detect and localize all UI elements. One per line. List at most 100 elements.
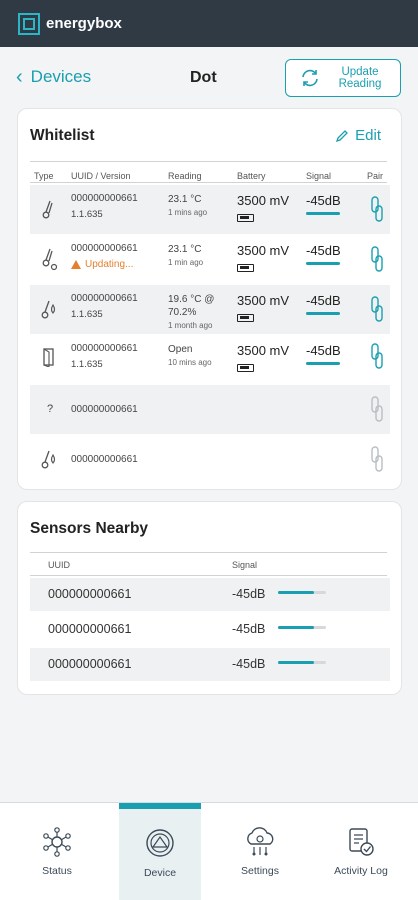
col-uuid-version: UUID / Version — [71, 171, 131, 181]
nav-bar: ‹ Devices Dot Update Reading — [0, 55, 418, 103]
uuid-cell: 000000000661 1.1.635 — [71, 193, 138, 220]
pair-icon[interactable] — [370, 446, 384, 472]
uuid-cell: 000000000661 Updating... — [71, 243, 138, 270]
signal-meter — [278, 626, 326, 629]
battery-cell: 3500 mV — [237, 193, 289, 222]
uuid: 000000000661 — [71, 454, 138, 465]
thermometer-icon — [42, 200, 53, 219]
bottom-tab-bar: Status Device Settings Activity Log — [0, 802, 418, 900]
unknown-icon: ? — [47, 403, 54, 415]
table-row[interactable]: 000000000661 1.1.635 Open 10 mins ago 35… — [30, 335, 390, 384]
table-row[interactable]: 000000000661 1.1.635 23.1 °C 1 mins ago … — [30, 185, 390, 234]
back-button[interactable]: ‹ Devices — [16, 67, 91, 87]
signal-value: -45dB — [232, 587, 266, 601]
col-pair: Pair — [367, 171, 384, 181]
reading: 23.1 °C — [168, 244, 202, 255]
battery-icon — [237, 214, 254, 222]
logo: energybox — [18, 12, 122, 35]
pair-icon[interactable] — [370, 396, 384, 422]
reading-cell: 19.6 °C @ 70.2% 1 month ago — [168, 293, 228, 330]
reading: 19.6 °C @ 70.2% — [168, 294, 215, 318]
uuid: 000000000661 — [71, 243, 138, 254]
pair-icon[interactable] — [370, 196, 384, 222]
reading-age: 1 mins ago — [168, 208, 208, 217]
chevron-left-icon: ‹ — [16, 66, 23, 88]
reading-age: 1 month ago — [168, 321, 213, 330]
tab-label: Status — [42, 865, 72, 877]
page-title: Dot — [190, 69, 217, 86]
reading: 23.1 °C — [168, 194, 202, 205]
device-icon — [146, 829, 174, 857]
humidity-icon — [41, 300, 56, 319]
signal-fill — [278, 591, 314, 594]
battery-icon — [237, 264, 254, 272]
divider — [30, 552, 387, 553]
humidity-icon — [41, 450, 56, 469]
signal-value: -45dB — [306, 193, 341, 208]
signal-cell: -45dB — [306, 343, 341, 365]
col-signal: Signal — [306, 171, 332, 181]
update-reading-label: Update Reading — [338, 66, 382, 90]
list-item[interactable]: 000000000661 -45dB — [30, 613, 390, 646]
battery-value: 3500 mV — [237, 243, 290, 258]
logo-text: energybox — [46, 15, 122, 32]
pair-icon[interactable] — [370, 246, 384, 272]
battery-value: 3500 mV — [237, 193, 290, 208]
signal-meter — [278, 591, 326, 594]
uuid-cell: 000000000661 — [71, 404, 138, 415]
list-item[interactable]: 000000000661 -45dB — [30, 578, 390, 611]
signal-value: -45dB — [306, 343, 341, 358]
signal-value: -45dB — [232, 657, 266, 671]
energybox-logo-icon — [18, 12, 40, 35]
divider — [30, 161, 387, 162]
sensors-nearby-title: Sensors Nearby — [30, 520, 149, 537]
battery-icon — [237, 364, 254, 372]
reading-age: 1 min ago — [168, 258, 204, 267]
status-text: Updating... — [85, 259, 134, 270]
uuid-cell: 000000000661 1.1.635 — [71, 343, 138, 370]
tab-device[interactable]: Device — [119, 803, 201, 900]
cloud-settings-icon — [247, 827, 274, 856]
signal-bar — [306, 262, 340, 265]
col-type: Type — [34, 171, 54, 181]
version: 1.1.635 — [71, 209, 103, 220]
app-bar: energybox — [0, 0, 418, 47]
battery-value: 3500 mV — [237, 293, 290, 308]
signal-cell: -45dB — [306, 243, 341, 265]
uuid-cell: 000000000661 1.1.635 — [71, 293, 138, 320]
edit-button[interactable]: Edit — [335, 127, 381, 144]
battery-value: 3500 mV — [237, 343, 290, 358]
reading-cell: Open 10 mins ago — [168, 343, 212, 367]
header-divider — [30, 575, 387, 576]
uuid: 000000000661 — [71, 404, 138, 415]
tab-status[interactable]: Status — [16, 803, 98, 900]
tab-settings[interactable]: Settings — [219, 803, 301, 900]
tab-activity-log[interactable]: Activity Log — [320, 803, 402, 900]
signal-bar — [306, 312, 340, 315]
uuid: 000000000661 — [71, 293, 138, 304]
edit-label: Edit — [355, 127, 381, 144]
updating-status: Updating... — [71, 259, 138, 270]
uuid: 000000000661 — [71, 193, 138, 204]
door-icon — [43, 348, 54, 367]
uuid-cell: 000000000661 — [71, 454, 138, 465]
pair-icon[interactable] — [370, 343, 384, 369]
signal-cell: -45dB — [306, 193, 341, 215]
signal-fill — [278, 626, 314, 629]
signal-meter — [278, 661, 326, 664]
table-row[interactable]: 000000000661 1.1.635 19.6 °C @ 70.2% 1 m… — [30, 285, 390, 334]
update-reading-button[interactable]: Update Reading — [285, 59, 401, 97]
list-item[interactable]: 000000000661 -45dB — [30, 648, 390, 681]
version: 1.1.635 — [71, 359, 103, 370]
sensors-nearby-card: Sensors Nearby UUID Signal 000000000661 … — [17, 501, 402, 695]
table-row[interactable]: 000000000661 Updating... 23.1 °C 1 min a… — [30, 235, 390, 284]
back-label: Devices — [30, 67, 92, 86]
table-row[interactable]: 000000000661 — [30, 435, 390, 484]
tab-label: Settings — [241, 865, 279, 877]
reading-age: 10 mins ago — [168, 358, 212, 367]
pair-icon[interactable] — [370, 296, 384, 322]
battery-cell: 3500 mV — [237, 293, 289, 322]
table-row[interactable]: ? 000000000661 — [30, 385, 390, 434]
battery-cell: 3500 mV — [237, 243, 289, 272]
battery-cell: 3500 mV — [237, 343, 289, 372]
